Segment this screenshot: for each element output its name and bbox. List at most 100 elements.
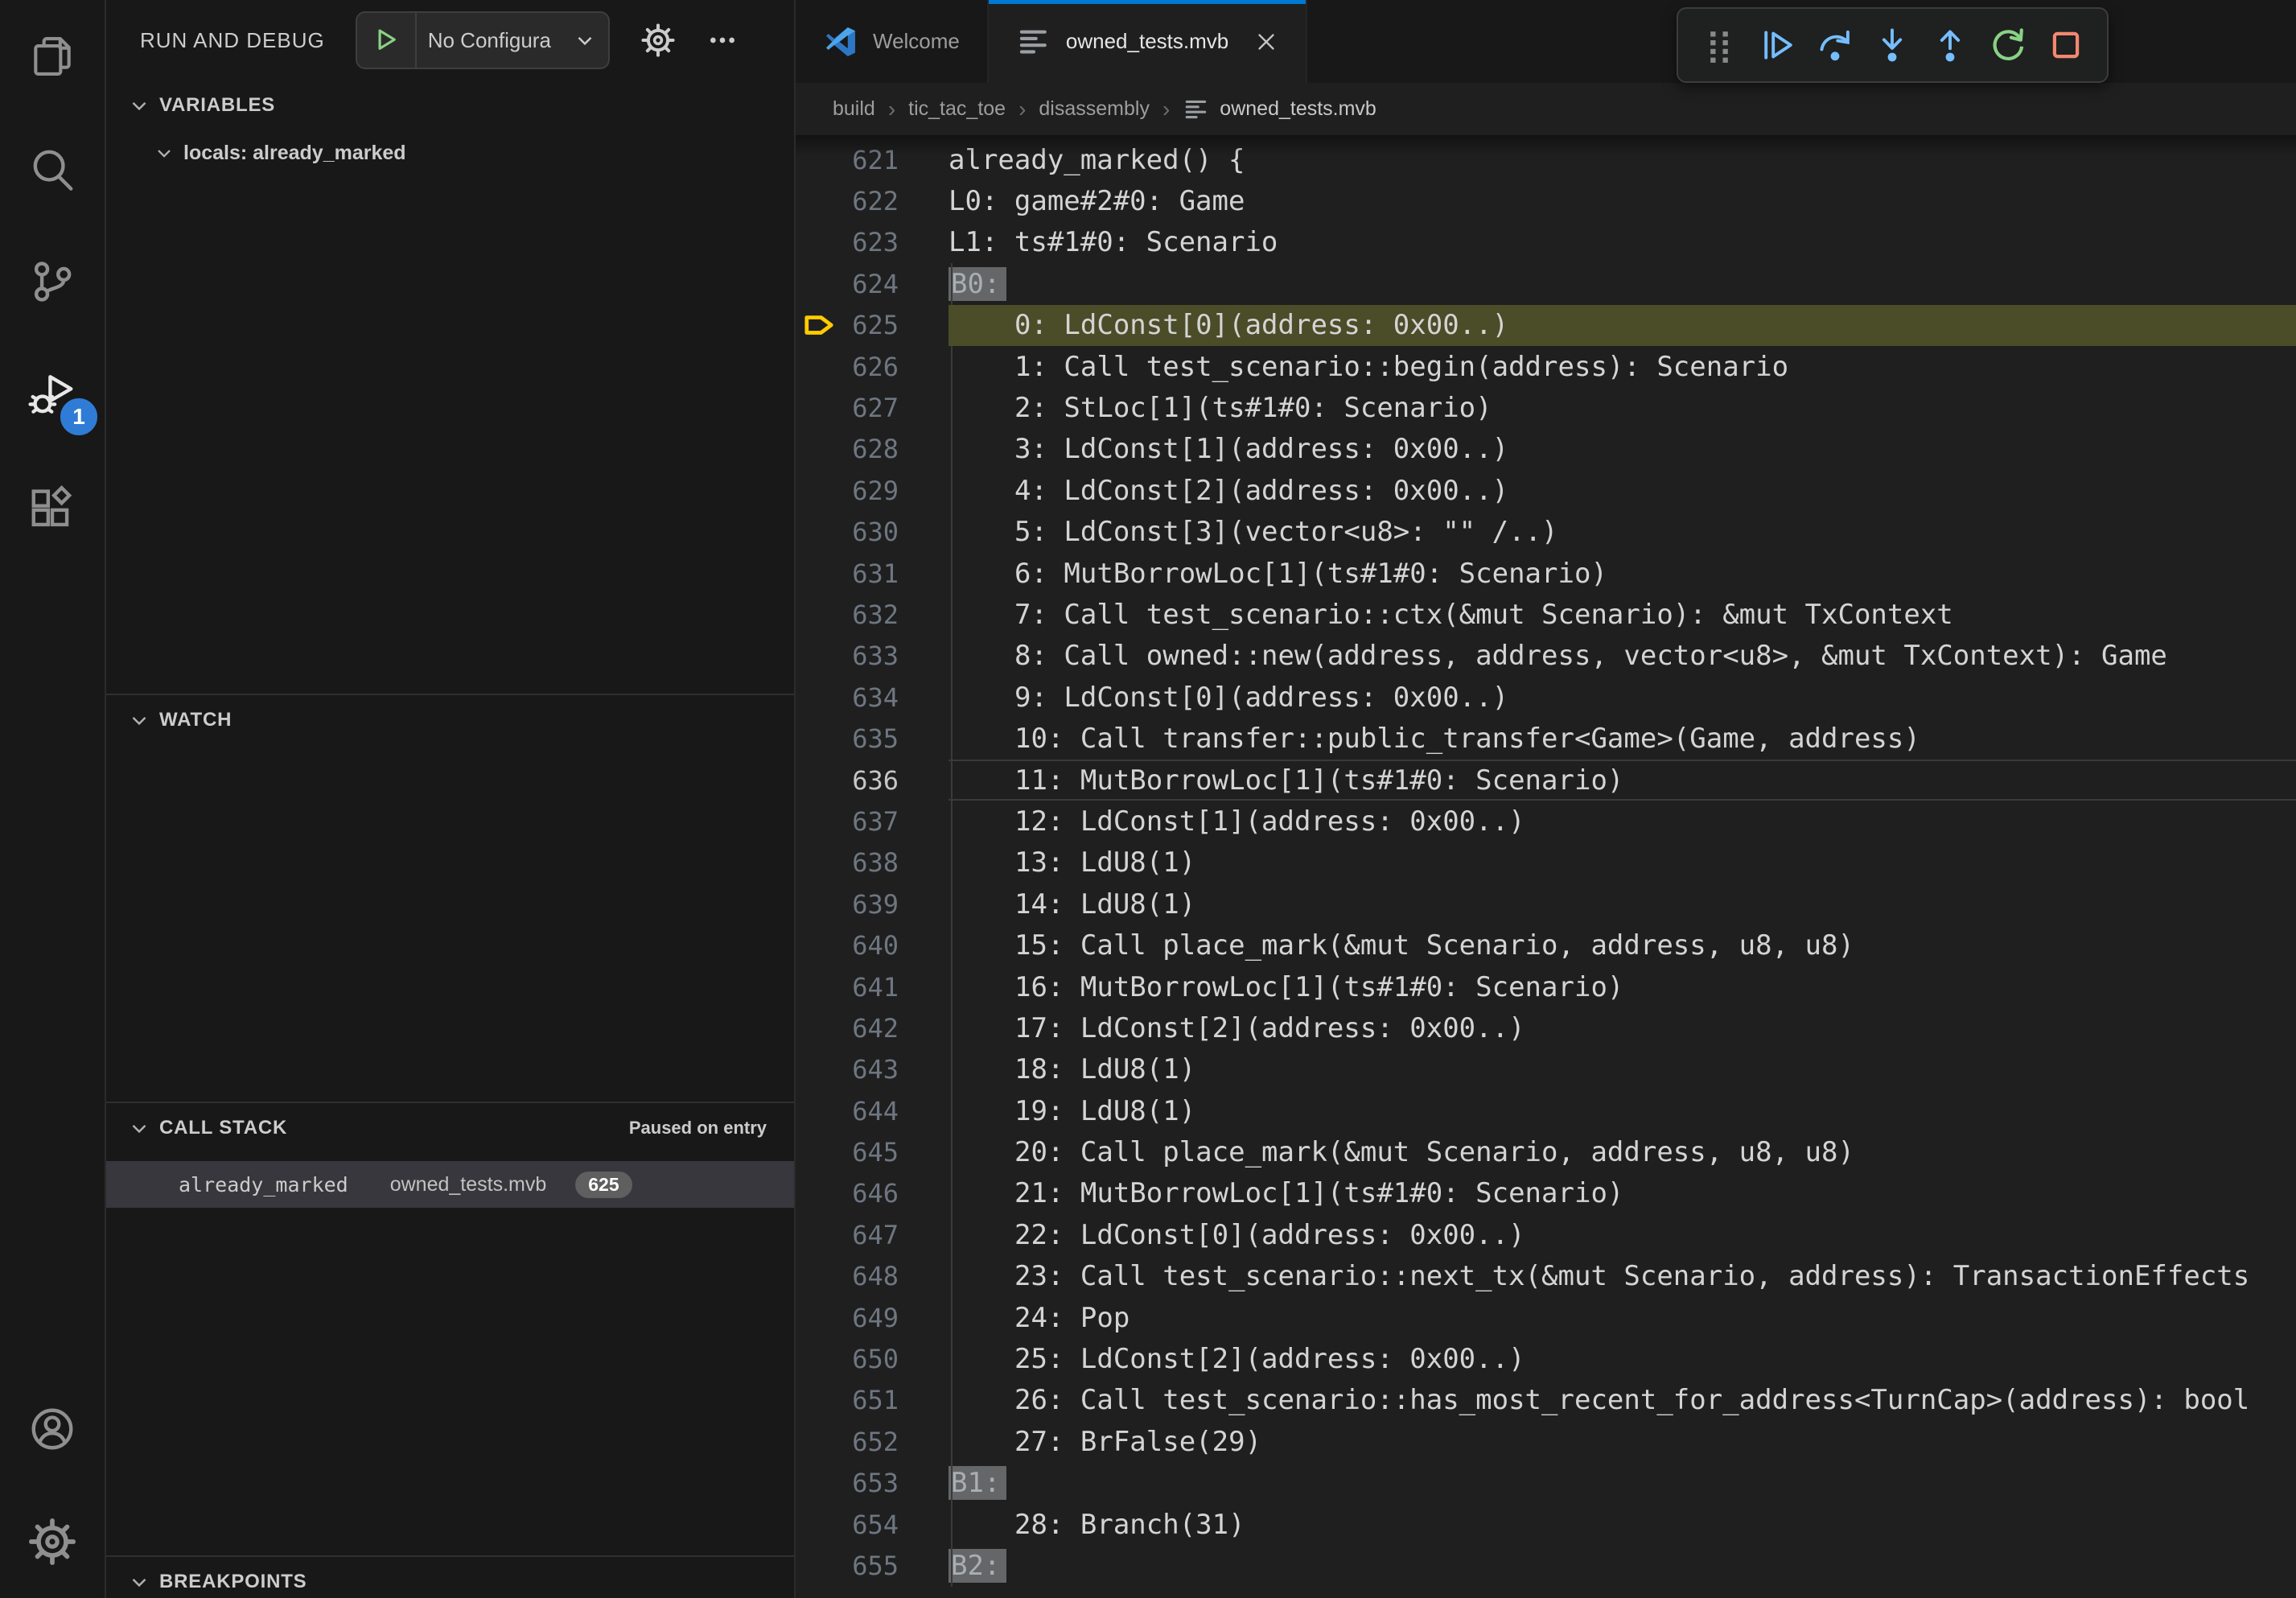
gutter[interactable]: 649	[796, 1297, 948, 1338]
code-line-631[interactable]: 6316: MutBorrowLoc[1](ts#1#0: Scenario)	[796, 553, 2296, 594]
gutter[interactable]: 648	[796, 1256, 948, 1297]
gutter[interactable]: 653	[796, 1463, 948, 1504]
code-line-640[interactable]: 64015: Call place_mark(&mut Scenario, ad…	[796, 925, 2296, 966]
code-line-644[interactable]: 64419: LdU8(1)	[796, 1090, 2296, 1131]
gutter[interactable]: 630	[796, 512, 948, 553]
code-area[interactable]: 621already_marked() {622L0: game#2#0: Ga…	[796, 135, 2296, 1587]
debug-gripper-button[interactable]	[1696, 22, 1743, 68]
code-line-628[interactable]: 6283: LdConst[1](address: 0x00..)	[796, 429, 2296, 470]
activity-item-explorer[interactable]	[0, 0, 105, 113]
code-line-654[interactable]: 65428: Branch(31)	[796, 1504, 2296, 1545]
activity-item-extensions[interactable]	[0, 451, 105, 563]
call-stack-section-header[interactable]: CALL STACK Paused on entry	[106, 1103, 794, 1153]
gutter[interactable]: 651	[796, 1380, 948, 1421]
code-line-652[interactable]: 65227: BrFalse(29)	[796, 1421, 2296, 1462]
watch-section-header[interactable]: WATCH	[106, 695, 794, 745]
code-line-625[interactable]: 6250: LdConst[0](address: 0x00..)	[796, 305, 2296, 346]
gutter[interactable]: 641	[796, 966, 948, 1007]
gutter[interactable]: 632	[796, 594, 948, 635]
code-line-646[interactable]: 64621: MutBorrowLoc[1](ts#1#0: Scenario)	[796, 1173, 2296, 1214]
gutter[interactable]: 636	[796, 760, 948, 801]
gutter[interactable]: 631	[796, 553, 948, 594]
gutter[interactable]: 627	[796, 387, 948, 428]
gutter[interactable]: 637	[796, 801, 948, 842]
code-line-627[interactable]: 6272: StLoc[1](ts#1#0: Scenario)	[796, 387, 2296, 428]
code-line-651[interactable]: 65126: Call test_scenario::has_most_rece…	[796, 1380, 2296, 1421]
code-line-653[interactable]: 653B1:	[796, 1463, 2296, 1504]
code-line-655[interactable]: 655B2:	[796, 1545, 2296, 1586]
code-line-650[interactable]: 65025: LdConst[2](address: 0x00..)	[796, 1338, 2296, 1379]
debug-stop-button[interactable]	[2043, 22, 2089, 68]
close-icon[interactable]	[1254, 30, 1278, 54]
code-line-639[interactable]: 63914: LdU8(1)	[796, 883, 2296, 925]
call-stack-frame[interactable]: already_marked owned_tests.mvb 625	[106, 1161, 794, 1208]
code-line-649[interactable]: 64924: Pop	[796, 1297, 2296, 1338]
code-line-623[interactable]: 623L1: ts#1#0: Scenario	[796, 222, 2296, 263]
code-line-622[interactable]: 622L0: game#2#0: Game	[796, 180, 2296, 221]
more-actions-icon[interactable]	[706, 24, 739, 56]
code-line-637[interactable]: 63712: LdConst[1](address: 0x00..)	[796, 801, 2296, 842]
gutter[interactable]: 644	[796, 1090, 948, 1131]
code-line-633[interactable]: 6338: Call owned::new(address, address, …	[796, 636, 2296, 677]
code-line-645[interactable]: 64520: Call place_mark(&mut Scenario, ad…	[796, 1131, 2296, 1172]
code-line-634[interactable]: 6349: LdConst[0](address: 0x00..)	[796, 677, 2296, 718]
code-line-641[interactable]: 64116: MutBorrowLoc[1](ts#1#0: Scenario)	[796, 966, 2296, 1007]
debug-step-into-button[interactable]	[1869, 22, 1915, 68]
variables-section-header[interactable]: VARIABLES	[106, 80, 794, 130]
breadcrumb-item-owned-tests-mvb[interactable]: owned_tests.mvb	[1183, 96, 1376, 123]
gutter[interactable]: 643	[796, 1049, 948, 1090]
activity-item-account[interactable]	[0, 1373, 105, 1485]
gutter[interactable]: 634	[796, 677, 948, 718]
gutter[interactable]: 654	[796, 1504, 948, 1545]
code-line-632[interactable]: 6327: Call test_scenario::ctx(&mut Scena…	[796, 594, 2296, 635]
code-line-629[interactable]: 6294: LdConst[2](address: 0x00..)	[796, 470, 2296, 511]
code-line-624[interactable]: 624B0:	[796, 263, 2296, 304]
gutter[interactable]: 639	[796, 883, 948, 925]
gutter[interactable]: 623	[796, 222, 948, 263]
debug-gear-icon[interactable]	[640, 23, 676, 58]
activity-item-search[interactable]	[0, 113, 105, 225]
activity-item-run-and-debug[interactable]: 1	[0, 338, 105, 451]
code-line-621[interactable]: 621already_marked() {	[796, 139, 2296, 180]
gutter[interactable]: 621	[796, 139, 948, 180]
gutter[interactable]: 640	[796, 925, 948, 966]
code-line-642[interactable]: 64217: LdConst[2](address: 0x00..)	[796, 1007, 2296, 1048]
code-line-648[interactable]: 64823: Call test_scenario::next_tx(&mut …	[796, 1256, 2296, 1297]
gutter[interactable]: 622	[796, 180, 948, 221]
debug-config-dropdown[interactable]: No Configura	[356, 11, 610, 69]
gutter[interactable]: 652	[796, 1421, 948, 1462]
start-debugging-icon[interactable]	[357, 25, 415, 56]
gutter[interactable]: 633	[796, 636, 948, 677]
gutter[interactable]: 650	[796, 1338, 948, 1379]
tab-owned-tests-mvb[interactable]: owned_tests.mvb	[989, 0, 1307, 83]
code-line-635[interactable]: 63510: Call transfer::public_transfer<Ga…	[796, 718, 2296, 759]
gutter[interactable]: 624	[796, 263, 948, 304]
breakpoints-section-header[interactable]: BREAKPOINTS	[106, 1557, 794, 1598]
debug-restart-button[interactable]	[1985, 22, 2031, 68]
activity-item-source-control[interactable]	[0, 225, 105, 338]
gutter[interactable]: 655	[796, 1545, 948, 1586]
code-line-630[interactable]: 6305: LdConst[3](vector<u8>: "" /..)	[796, 512, 2296, 553]
gutter[interactable]: 645	[796, 1131, 948, 1172]
code-line-636[interactable]: 63611: MutBorrowLoc[1](ts#1#0: Scenario)	[796, 760, 2296, 801]
variables-scope-locals[interactable]: locals: already_marked	[106, 130, 794, 175]
debug-step-over-button[interactable]	[1812, 22, 1858, 68]
breadcrumb-item-disassembly[interactable]: disassembly	[1039, 97, 1150, 121]
activity-item-settings[interactable]	[0, 1485, 105, 1598]
breadcrumb-item-tic-tac-toe[interactable]: tic_tac_toe	[908, 97, 1006, 121]
code-line-638[interactable]: 63813: LdU8(1)	[796, 842, 2296, 883]
gutter[interactable]: 646	[796, 1173, 948, 1214]
gutter[interactable]: 635	[796, 718, 948, 759]
gutter[interactable]: 642	[796, 1007, 948, 1048]
debug-continue-button[interactable]	[1754, 22, 1800, 68]
code-line-643[interactable]: 64318: LdU8(1)	[796, 1049, 2296, 1090]
gutter[interactable]: 638	[796, 842, 948, 883]
gutter[interactable]: 626	[796, 346, 948, 387]
gutter[interactable]: 629	[796, 470, 948, 511]
gutter[interactable]: 647	[796, 1214, 948, 1255]
gutter[interactable]: 628	[796, 429, 948, 470]
debug-step-out-button[interactable]	[1927, 22, 1973, 68]
gutter[interactable]: 625	[796, 305, 948, 346]
tab-welcome[interactable]: Welcome	[796, 0, 989, 83]
code-line-647[interactable]: 64722: LdConst[0](address: 0x00..)	[796, 1214, 2296, 1255]
